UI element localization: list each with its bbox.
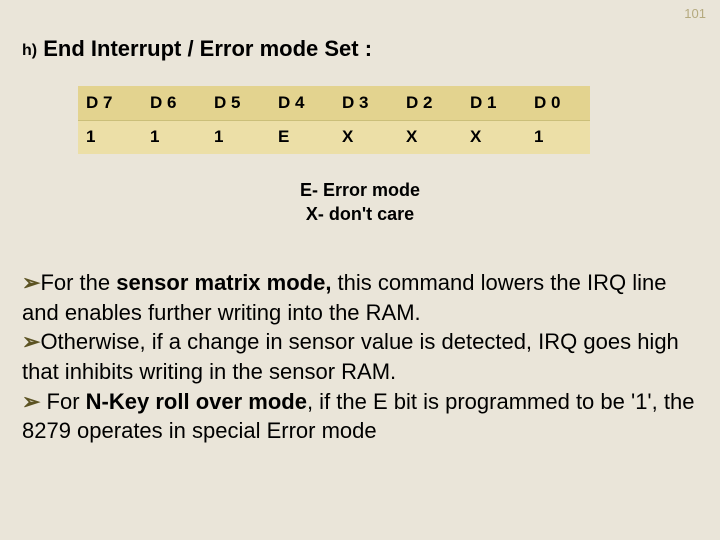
body-text: ➢For the sensor matrix mode, this comman… (22, 268, 698, 446)
th: D 1 (462, 86, 526, 120)
text: For (40, 389, 85, 414)
th: D 0 (526, 86, 590, 120)
heading-title: End Interrupt / Error mode Set : (43, 36, 372, 61)
page-number: 101 (684, 6, 706, 21)
td: E (270, 120, 334, 154)
th: D 7 (78, 86, 142, 120)
td: X (462, 120, 526, 154)
table-header-row: D 7 D 6 D 5 D 4 D 3 D 2 D 1 D 0 (78, 86, 590, 120)
bit-table: D 7 D 6 D 5 D 4 D 3 D 2 D 1 D 0 1 1 1 E … (78, 86, 590, 154)
td: 1 (78, 120, 142, 154)
th: D 3 (334, 86, 398, 120)
bullet: ➢ For N-Key roll over mode, if the E bit… (22, 387, 698, 446)
table-row: 1 1 1 E X X X 1 (78, 120, 590, 154)
legend-line: X- don't care (0, 202, 720, 226)
legend: E- Error mode X- don't care (0, 178, 720, 227)
text: Otherwise, if a change in sensor value i… (22, 329, 679, 384)
th: D 2 (398, 86, 462, 120)
heading: h) End Interrupt / Error mode Set : (22, 36, 372, 62)
bullet: ➢Otherwise, if a change in sensor value … (22, 327, 698, 386)
chevron-icon: ➢ (22, 389, 40, 414)
text-bold: sensor matrix mode, (116, 270, 331, 295)
td: X (398, 120, 462, 154)
legend-line: E- Error mode (0, 178, 720, 202)
th: D 6 (142, 86, 206, 120)
text: For the (40, 270, 116, 295)
chevron-icon: ➢ (22, 270, 40, 295)
text-bold: N-Key roll over mode (86, 389, 307, 414)
td: 1 (142, 120, 206, 154)
td: 1 (526, 120, 590, 154)
bullet: ➢For the sensor matrix mode, this comman… (22, 268, 698, 327)
td: X (334, 120, 398, 154)
td: 1 (206, 120, 270, 154)
th: D 5 (206, 86, 270, 120)
heading-letter: h) (22, 42, 37, 59)
th: D 4 (270, 86, 334, 120)
chevron-icon: ➢ (22, 329, 40, 354)
